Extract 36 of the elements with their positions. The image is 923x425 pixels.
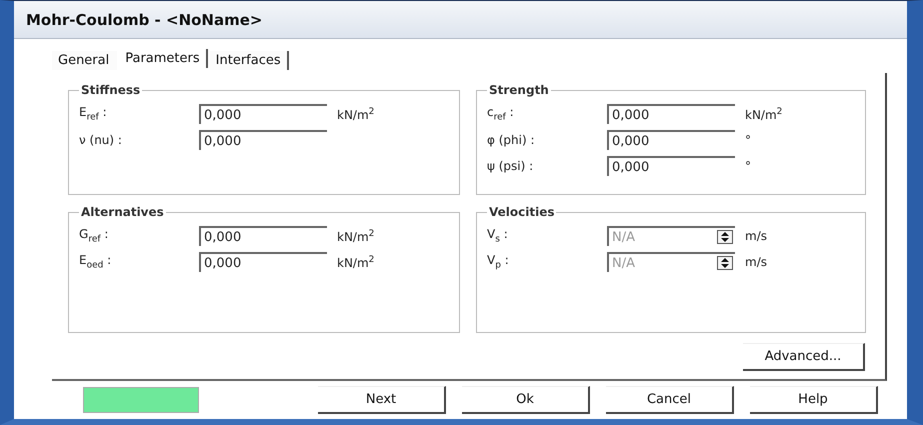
field-label: V$_{s}$ : (487, 227, 509, 245)
group-title: Stiffness (80, 83, 142, 97)
unit-label: m/s (745, 255, 767, 269)
unit-label: ° (745, 133, 751, 147)
input-field[interactable]: 0,000 (199, 226, 327, 246)
tab[interactable]: Interfaces (210, 50, 289, 70)
unit-label: m/s (745, 229, 767, 243)
dialog-button[interactable]: Cancel (606, 386, 734, 414)
unit-label: kN/m$^{2}$ (337, 228, 374, 244)
group-title: Velocities (488, 205, 556, 219)
input-field[interactable]: 0,000 (607, 130, 735, 150)
unit-label: kN/m$^{2}$ (337, 106, 374, 122)
field-label: ψ (psi) : (487, 159, 534, 173)
window-title: Mohr-Coulomb - <NoName> (26, 10, 262, 28)
field-label: V$_{p}$ : (487, 253, 510, 271)
dialog-button[interactable]: Help (750, 386, 878, 414)
group-title: Strength (488, 83, 550, 97)
dialog-button[interactable]: Ok (462, 386, 590, 414)
unit-label: kN/m$^{2}$ (337, 254, 374, 270)
advanced-button[interactable]: Advanced... (743, 343, 865, 371)
dialog-button[interactable]: Next (318, 386, 446, 414)
field-label: c$_{ref}$ : (487, 105, 515, 123)
tab[interactable]: General (52, 50, 118, 70)
input-field[interactable]: 0,000 (607, 156, 735, 176)
field-label: ν (nu) : (79, 133, 123, 147)
unit-label: kN/m$^{2}$ (745, 106, 782, 122)
input-field[interactable]: 0,000 (199, 130, 327, 150)
field-label: G$_{ref}$ : (79, 227, 110, 245)
group-title: Alternatives (80, 205, 165, 219)
input-field[interactable]: 0,000 (199, 252, 327, 272)
input-field[interactable]: 0,000 (607, 104, 735, 124)
field-label: φ (phi) : (487, 133, 536, 147)
field-label: E$_{ref}$ : (79, 105, 108, 123)
unit-label: ° (745, 159, 751, 173)
field-label: E$_{oed}$ : (79, 253, 112, 271)
input-field[interactable]: 0,000 (199, 104, 327, 124)
